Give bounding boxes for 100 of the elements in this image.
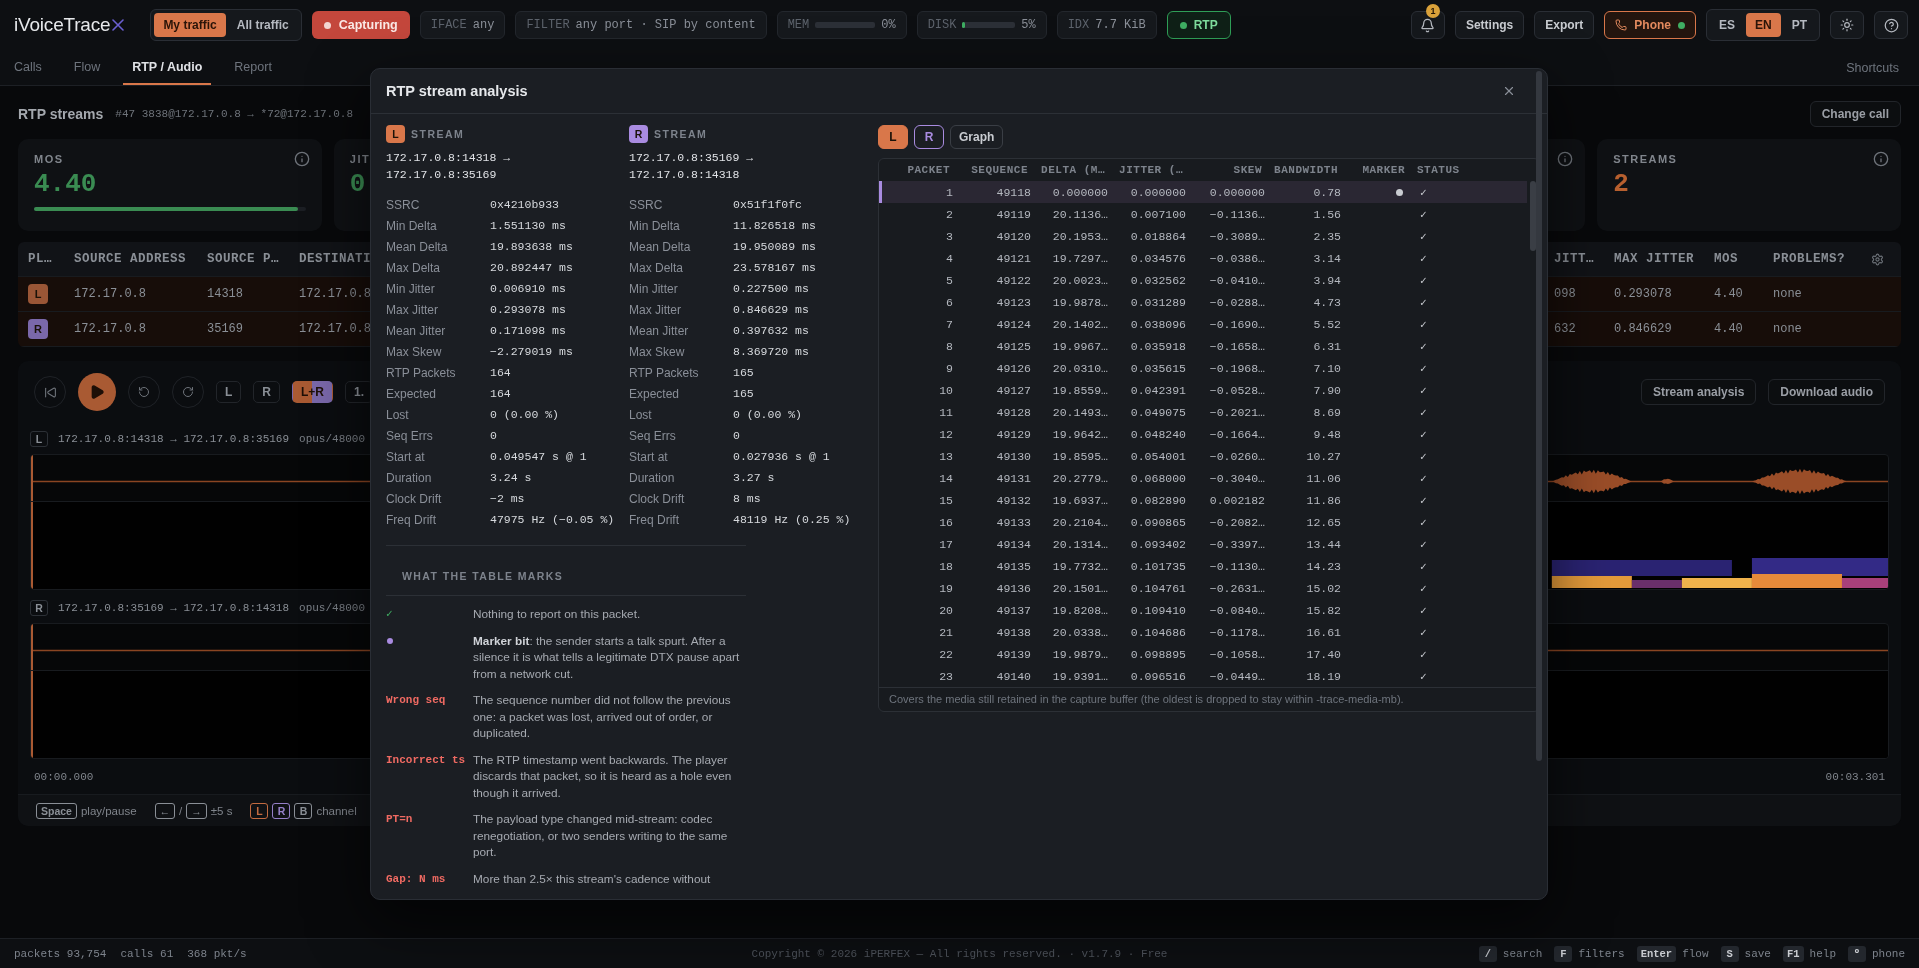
rtp-status[interactable]: RTP: [1166, 11, 1231, 39]
column-header[interactable]: MAX JITTER: [1614, 252, 1694, 266]
traffic-option[interactable]: All traffic: [227, 13, 298, 37]
scrollbar[interactable]: [1536, 71, 1542, 761]
column-header[interactable]: SKEW: [1233, 164, 1262, 176]
column-header[interactable]: STATUS: [1405, 164, 1460, 176]
packet-row[interactable]: 1 49118 0.000000 0.000000 0.000000 0.78 ✓: [879, 181, 1527, 203]
channel-button[interactable]: L: [216, 381, 242, 403]
column-header[interactable]: SEQUENCE: [971, 164, 1028, 176]
capture-button[interactable]: Capturing: [311, 11, 410, 39]
stat-label: Expected: [386, 386, 437, 401]
packet-row[interactable]: 16 49133 20.2104… 0.090865 −0.2082… 12.65 ✓: [879, 511, 1527, 533]
stat-value: 165: [733, 387, 754, 400]
packet-row[interactable]: 10 49127 19.8559… 0.042391 −0.0528… 7.90 ✓: [879, 379, 1527, 401]
packet-row[interactable]: 18 49135 19.7732… 0.101735 −0.1130… 14.23 ✓: [879, 555, 1527, 577]
chip-label: DISK: [927, 18, 957, 32]
legend-mark: PT=n: [386, 812, 414, 827]
packet-row[interactable]: 14 49131 20.2779… 0.068000 −0.3040… 11.06 ✓: [879, 467, 1527, 489]
stat-value: 0.227500 ms: [733, 282, 809, 295]
language-option[interactable]: ES: [1709, 13, 1744, 37]
scrollbar[interactable]: [1530, 181, 1536, 251]
packet-row[interactable]: 17 49134 20.1314… 0.093402 −0.3397… 13.44 ✓: [879, 533, 1527, 555]
sun-icon: [1840, 18, 1854, 32]
toolbar-button[interactable]: Export: [1534, 11, 1595, 39]
view-tab[interactable]: L: [878, 125, 908, 149]
column-header[interactable]: MARKER: [1362, 164, 1405, 176]
stat-label: Mean Delta: [386, 239, 448, 254]
packet-row[interactable]: 8 49125 19.9967… 0.035918 −0.1658… 6.31 ✓: [879, 335, 1527, 357]
status-dot: [323, 21, 331, 29]
packet-row[interactable]: 22 49139 19.9879… 0.098895 −0.1058… 17.40 ✓: [879, 643, 1527, 665]
language-option[interactable]: EN: [1746, 13, 1781, 37]
stat-value: 0 (0.00 %): [490, 408, 559, 421]
stat-label: Seq Errs: [386, 428, 433, 443]
stat-value: 0.027936 s @ 1: [733, 450, 830, 463]
packet-row[interactable]: 20 49137 19.8208… 0.109410 −0.0840… 15.82 ✓: [879, 599, 1527, 621]
column-header[interactable]: JITT…: [1554, 252, 1594, 266]
theme-button[interactable]: [1830, 11, 1864, 39]
settings-icon[interactable]: [1871, 252, 1884, 266]
channel-button[interactable]: R: [253, 381, 280, 403]
traffic-option[interactable]: My traffic: [154, 13, 226, 37]
chip-value: 0%: [881, 18, 896, 32]
filter-chip[interactable]: FILTER any port · SIP by content: [515, 11, 767, 39]
packet-row[interactable]: 15 49132 19.6937… 0.082890 0.002182 11.86 ✓: [879, 489, 1527, 511]
packet-row[interactable]: 4 49121 19.7297… 0.034576 −0.0386… 3.14 ✓: [879, 247, 1527, 269]
column-header[interactable]: PACKET: [907, 164, 950, 176]
packet-row[interactable]: 9 49126 20.0310… 0.035615 −0.1968… 7.10 ✓: [879, 357, 1527, 379]
chip-value: any port · SIP by content: [575, 18, 756, 32]
column-header[interactable]: PL…: [28, 252, 52, 266]
table-cell: 0.846629: [1614, 322, 1672, 336]
column-header[interactable]: PROBLEMS?: [1773, 252, 1845, 266]
legend-description: Nothing to report on this packet.: [473, 606, 642, 623]
packet-row[interactable]: 19 49136 20.1501… 0.104761 −0.2631… 15.02 ✓: [879, 577, 1527, 599]
change-call-button[interactable]: Change call: [1809, 101, 1901, 127]
nav-tab[interactable]: Calls: [14, 50, 51, 85]
shortcuts-link[interactable]: Shortcuts: [1840, 50, 1905, 85]
info-icon[interactable]: [1873, 151, 1889, 167]
language-option[interactable]: PT: [1782, 13, 1816, 37]
packet-row[interactable]: 12 49129 19.9642… 0.048240 −0.1664… 9.48 ✓: [879, 423, 1527, 445]
filter-chip[interactable]: IFACE any: [419, 11, 506, 39]
help-button[interactable]: [1874, 11, 1908, 39]
view-tab[interactable]: Graph: [950, 125, 1004, 149]
stat-label: Min Delta: [629, 218, 680, 233]
stat-label: Max Skew: [629, 344, 685, 359]
packet-row[interactable]: 6 49123 19.9878… 0.031289 −0.0288… 4.73 ✓: [879, 291, 1527, 313]
filter-chip[interactable]: IDX 7.7 KiB: [1056, 11, 1157, 39]
packet-row[interactable]: 23 49140 19.9391… 0.096516 −0.0449… 18.19 ✓: [879, 665, 1527, 687]
packet-row[interactable]: 13 49130 19.8595… 0.054001 −0.0260… 10.27 ✓: [879, 445, 1527, 467]
nav-tab[interactable]: Flow: [64, 50, 110, 85]
info-icon[interactable]: [1557, 151, 1574, 167]
stat-value: 0: [490, 429, 497, 442]
info-icon[interactable]: [293, 151, 310, 167]
stat-label: SSRC: [629, 197, 663, 212]
table-cell: 632: [1554, 322, 1576, 336]
phone-button[interactable]: Phone: [1604, 11, 1696, 39]
packet-row[interactable]: 5 49122 20.0023… 0.032562 −0.0410… 3.94 ✓: [879, 269, 1527, 291]
stat-label: Mean Delta: [629, 239, 691, 254]
view-tab[interactable]: R: [914, 125, 944, 149]
nav-tab[interactable]: Report: [225, 50, 281, 85]
skip-back-icon: [43, 385, 57, 399]
play-button[interactable]: [78, 373, 116, 411]
player-action-button[interactable]: Download audio: [1768, 379, 1885, 405]
packet-row[interactable]: 3 49120 20.1953… 0.018864 −0.3089… 2.35 ✓: [879, 225, 1527, 247]
stat-label: RTP Packets: [386, 365, 456, 380]
column-header[interactable]: DELTA (M…: [1041, 164, 1105, 176]
stat-value: −2.279019 ms: [490, 345, 573, 358]
column-header[interactable]: MOS: [1714, 252, 1738, 266]
packet-row[interactable]: 7 49124 20.1402… 0.038096 −0.1690… 5.52 ✓: [879, 313, 1527, 335]
packet-row[interactable]: 2 49119 20.1136… 0.007100 −0.1136… 1.56 ✓: [879, 203, 1527, 225]
stat-label: Seq Errs: [629, 428, 676, 443]
column-header[interactable]: SOURCE ADDRESS: [74, 252, 187, 266]
stream-heading: STREAM: [654, 128, 708, 140]
stat-value: 11.826518 ms: [733, 219, 816, 232]
column-header[interactable]: DESTINATI: [299, 252, 371, 266]
column-header[interactable]: BANDWIDTH: [1274, 164, 1338, 176]
toolbar-button[interactable]: Settings: [1454, 11, 1525, 39]
packet-row[interactable]: 11 49128 20.1493… 0.049075 −0.2021… 8.69 ✓: [879, 401, 1527, 423]
packet-row[interactable]: 21 49138 20.0338… 0.104686 −0.1178… 16.61 ✓: [879, 621, 1527, 643]
column-header[interactable]: SOURCE P…: [207, 252, 279, 266]
column-header[interactable]: JITTER (…: [1119, 164, 1183, 176]
player-action-button[interactable]: Stream analysis: [1640, 379, 1757, 405]
